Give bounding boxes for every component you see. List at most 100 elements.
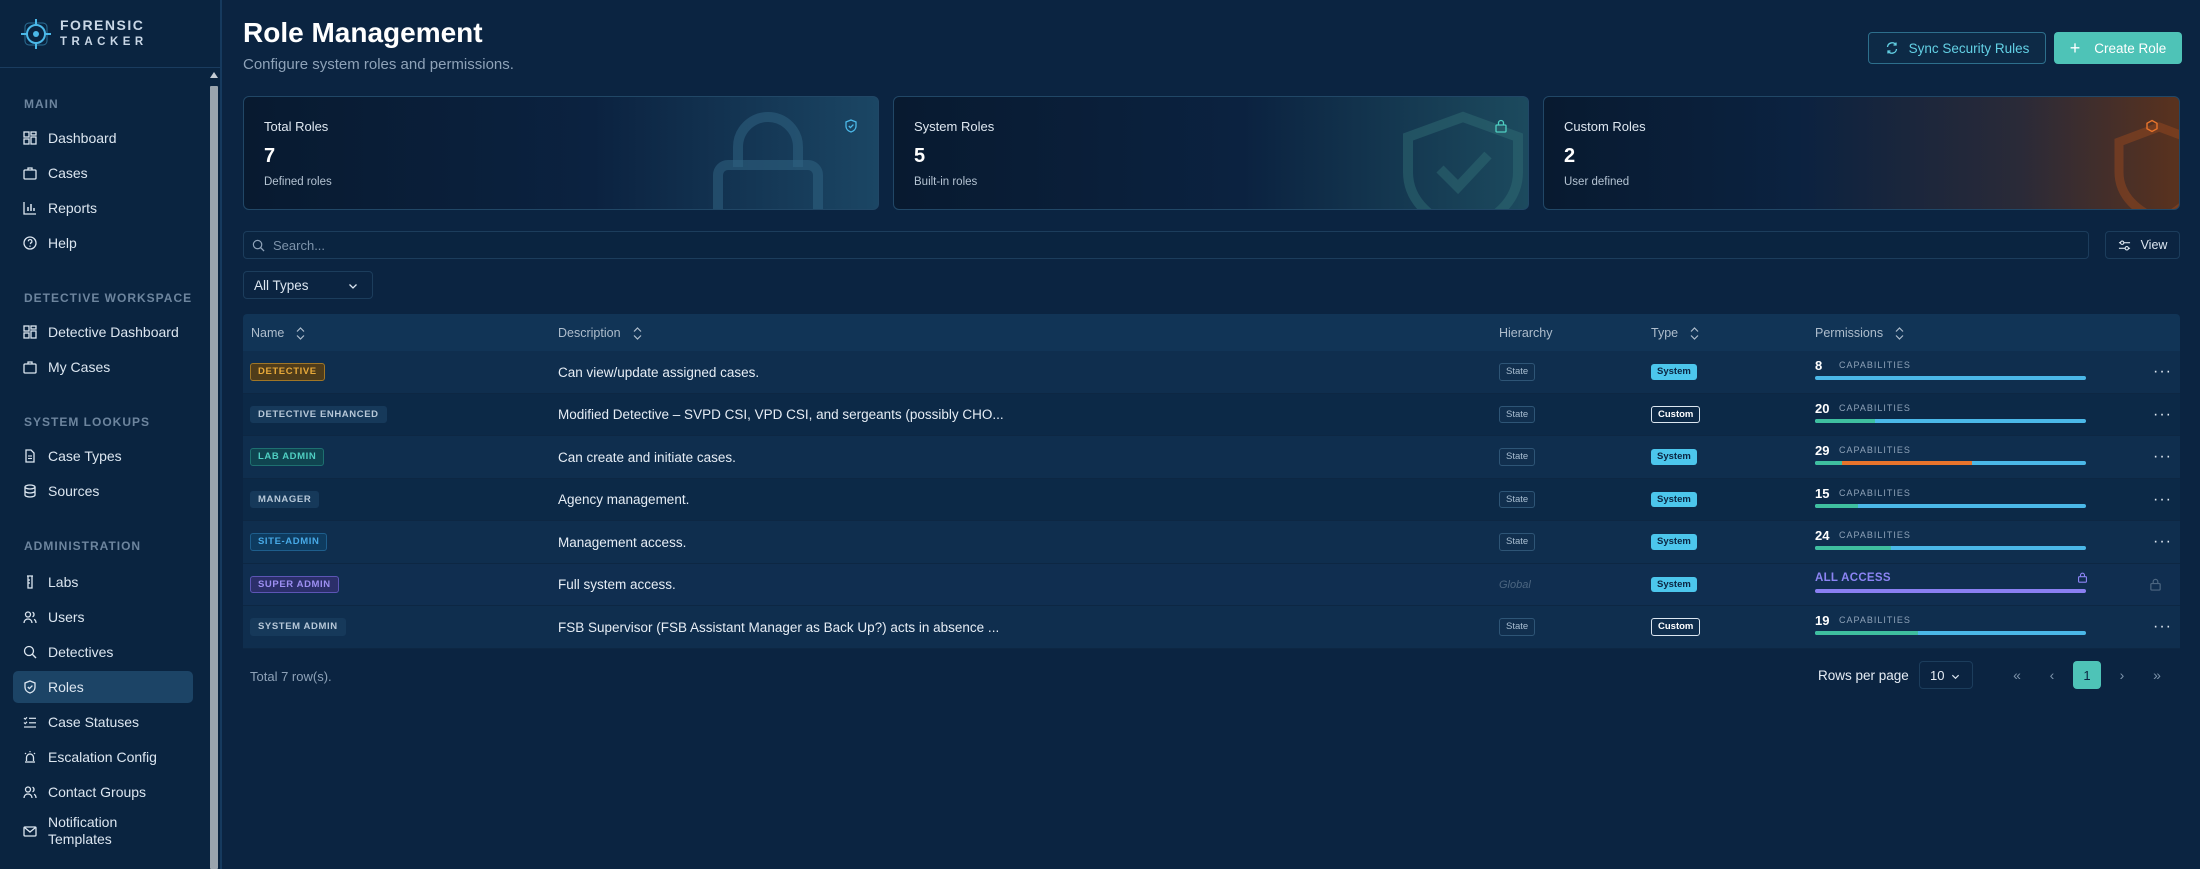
stat-label: Custom Roles — [1564, 119, 1646, 134]
sidebar-scrollbar[interactable] — [210, 72, 218, 869]
siren-icon — [24, 751, 36, 763]
sync-security-rules-button[interactable]: Sync Security Rules — [1868, 32, 2046, 64]
chevrons-left-icon: « — [2013, 667, 2021, 683]
hierarchy-value: Global — [1499, 578, 1531, 591]
row-locked-icon — [2150, 578, 2161, 591]
role-name-badge: DETECTIVE — [250, 363, 325, 381]
column-header-hierarchy: Hierarchy — [1499, 326, 1553, 340]
sidebar-item-detectives[interactable]: Detectives — [13, 636, 193, 668]
scroll-up-arrow-icon[interactable] — [210, 72, 218, 78]
row-actions-menu-button[interactable]: ··· — [2153, 351, 2172, 393]
page-subtitle: Configure system roles and permissions. — [243, 56, 514, 73]
hierarchy-badge: State — [1499, 363, 1536, 381]
briefcase-icon — [23, 167, 37, 180]
row-actions-menu-button[interactable]: ··· — [2153, 606, 2172, 648]
sort-icon — [1690, 326, 1699, 340]
chevron-right-icon: › — [2119, 667, 2125, 683]
capability-count: 24 — [1815, 528, 1830, 543]
plus-icon: + — [2069, 37, 2081, 58]
sidebar-item-sources[interactable]: Sources — [13, 475, 193, 507]
page-1-button[interactable]: 1 — [2073, 661, 2101, 689]
shield-check-icon — [24, 680, 36, 694]
previous-page-button[interactable]: ‹ — [2038, 661, 2066, 689]
view-options-button[interactable]: View — [2105, 231, 2180, 259]
role-name-badge: LAB ADMIN — [250, 448, 325, 466]
sidebar-item-contact-groups[interactable]: Contact Groups — [13, 776, 193, 808]
permissions-cell: 15 CAPABILITIES — [1815, 479, 2090, 521]
shield-watermark-icon — [2114, 122, 2179, 209]
sidebar-item-escalation-config[interactable]: Escalation Config — [13, 741, 193, 773]
next-page-button[interactable]: › — [2108, 661, 2136, 689]
role-name-badge: SUPER ADMIN — [250, 575, 339, 594]
table-row[interactable]: SUPER ADMIN Full system access. Global Syst… — [243, 563, 2180, 606]
chevrons-right-icon: » — [2153, 667, 2161, 683]
type-filter-select[interactable]: All Types — [243, 271, 373, 299]
sidebar-item-dashboard[interactable]: Dashboard — [13, 122, 193, 154]
refresh-icon — [1886, 42, 1897, 54]
type-badge: System — [1651, 534, 1697, 550]
sidebar-item-label: Contact Groups — [48, 784, 147, 800]
table-row[interactable]: SITE-ADMIN Management access. State System 2… — [243, 521, 2180, 564]
capabilities-label: CAPABILITIES — [1839, 402, 1911, 413]
sidebar-item-label: Sources — [48, 483, 100, 499]
permission-bar — [1815, 588, 2086, 593]
sidebar-item-case-types[interactable]: Case Types — [13, 440, 193, 472]
sidebar-item-my-cases[interactable]: My Cases — [13, 351, 193, 383]
sidebar-item-detective-dashboard[interactable]: Detective Dashboard — [13, 316, 193, 348]
table-row[interactable]: SYSTEM ADMIN FSB Supervisor (FSB Assistan… — [243, 606, 2180, 649]
column-header-description[interactable]: Description — [558, 326, 642, 340]
help-circle-icon — [23, 236, 37, 250]
sidebar-item-label: Detectives — [48, 644, 114, 660]
role-description: Can view/update assigned cases. — [558, 364, 760, 380]
type-badge: Custom — [1651, 618, 1701, 636]
role-name-badge: SITE-ADMIN — [250, 533, 328, 551]
sidebar-item-reports[interactable]: Reports — [13, 192, 193, 224]
last-page-button[interactable]: » — [2143, 661, 2171, 689]
brand[interactable]: FORENSIC TRACKER — [0, 0, 220, 68]
capabilities-label: CAPABILITIES — [1839, 445, 1911, 455]
roles-table: Name Description Hierarchy Type Permissi… — [243, 314, 2180, 649]
row-actions-menu-button[interactable]: ··· — [2153, 479, 2172, 521]
row-actions-menu-button[interactable]: ··· — [2153, 436, 2172, 478]
sidebar-item-labs[interactable]: Labs — [13, 566, 193, 598]
permissions-cell: 29 CAPABILITIES — [1815, 436, 2090, 478]
hierarchy-badge: State — [1499, 405, 1536, 424]
stat-label: System Roles — [914, 119, 995, 134]
search-input[interactable]: Search... — [243, 231, 2089, 259]
sidebar-item-case-statuses[interactable]: Case Statuses — [13, 706, 193, 738]
stat-card-custom-roles: Custom Roles 2 User defined — [1543, 96, 2180, 210]
table-row[interactable]: DETECTIVE Can view/update assigned cases.… — [243, 351, 2180, 394]
table-row[interactable]: LAB ADMIN Can create and initiate cases. S… — [243, 436, 2180, 479]
table-row[interactable]: DETECTIVE ENHANCED Modified Detective – S… — [243, 393, 2180, 436]
hierarchy-badge: State — [1499, 448, 1536, 466]
sidebar-item-cases[interactable]: Cases — [13, 157, 193, 189]
sidebar-item-notification-templates[interactable]: Notification Templates — [13, 811, 183, 851]
sidebar-item-users[interactable]: Users — [13, 601, 193, 633]
permissions-cell: 20 CAPABILITIES — [1815, 394, 2090, 436]
rows-per-page-value: 10 — [1930, 667, 1945, 683]
briefcase-icon — [23, 361, 37, 374]
sidebar-item-roles[interactable]: Roles — [13, 671, 193, 703]
scrollbar-thumb[interactable] — [210, 86, 218, 869]
sidebar-item-label: Escalation Config — [48, 749, 157, 765]
sidebar-item-help[interactable]: Help — [13, 227, 193, 259]
flask-icon — [27, 575, 33, 589]
column-header-type[interactable]: Type — [1651, 326, 1699, 340]
type-badge: System — [1651, 449, 1697, 465]
row-actions-menu-button[interactable]: ··· — [2153, 394, 2172, 436]
create-role-button[interactable]: + Create Role — [2054, 32, 2182, 64]
row-actions-menu-button[interactable]: ··· — [2153, 521, 2172, 563]
type-badge: System — [1651, 576, 1697, 593]
chevron-down-icon — [1951, 674, 1960, 680]
create-label: Create Role — [2094, 40, 2167, 56]
column-header-name[interactable]: Name — [251, 326, 305, 340]
permissions-cell: 19 CAPABILITIES — [1815, 606, 2090, 648]
first-page-button[interactable]: « — [2003, 661, 2031, 689]
rows-per-page-select[interactable]: 10 — [1919, 661, 1973, 689]
sidebar-nav: MAIN Dashboard Cases Reports Help DETECT… — [0, 70, 208, 869]
crosshair-logo-icon — [21, 18, 51, 49]
table-row[interactable]: MANAGER Agency management. State System 15 CA… — [243, 478, 2180, 521]
column-header-permissions[interactable]: Permissions — [1815, 326, 1904, 340]
sort-icon — [296, 326, 305, 340]
sidebar-item-label: Detective Dashboard — [48, 324, 179, 340]
